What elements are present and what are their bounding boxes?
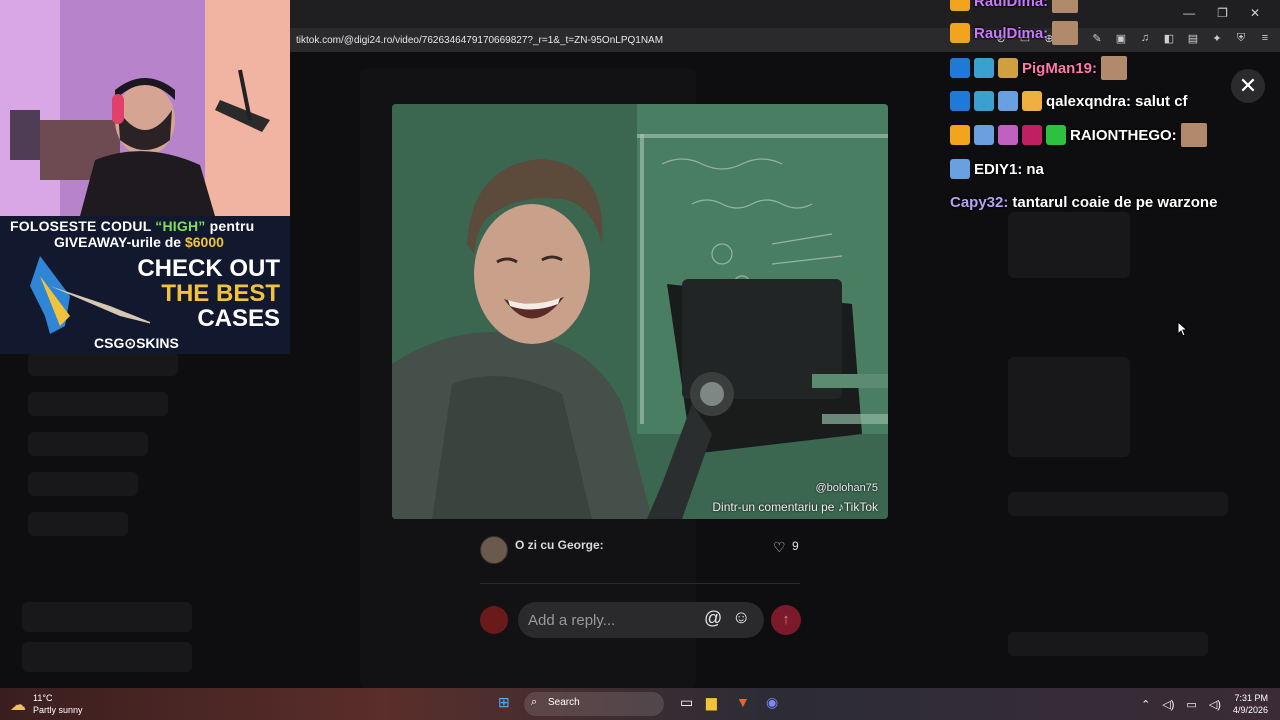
chat-emote-icon [1101, 56, 1128, 80]
search-label: Search [548, 697, 580, 708]
video-watermark-user: @bolohan75 [815, 482, 878, 494]
ghost-sidebar-item [28, 512, 128, 536]
chevron-up-icon[interactable]: ⌃ [1141, 698, 1150, 711]
comment-divider [480, 583, 800, 584]
chat-username: EDIY1: [974, 160, 1023, 178]
chat-badge-icon [1022, 125, 1042, 145]
ghost-sidebar-item [28, 432, 148, 456]
ghost-row [1008, 632, 1208, 656]
ghost-thumbnail [1008, 212, 1130, 278]
chat-message: RaulDima: [950, 20, 1079, 46]
comment-avatar[interactable] [480, 536, 508, 564]
like-count: 9 [792, 539, 799, 553]
chat-badge-icon [950, 159, 970, 179]
chat-message: Capy32: tantarul coaie de pe warzone [950, 189, 1217, 215]
user-avatar [480, 606, 508, 634]
chat-badge-icon [1022, 91, 1042, 111]
emoji-icon[interactable]: ☺ [732, 607, 750, 628]
heart-icon[interactable]: ♡ [773, 539, 786, 556]
chat-emote-icon [1180, 123, 1207, 147]
chat-badge-icon [950, 125, 970, 145]
chat-text: tantarul coaie de pe warzone [1012, 193, 1218, 211]
chat-username: RAIONTHEGO: [1070, 126, 1177, 144]
weather-icon[interactable]: ☁ [10, 695, 26, 715]
chat-badge-icon [950, 91, 970, 111]
volume-icon[interactable]: ◁) [1209, 698, 1221, 711]
knife-graphic [30, 256, 150, 334]
send-button[interactable]: ↑ [771, 605, 801, 635]
ghost-sidebar-item [28, 352, 178, 376]
mouse-cursor-icon [1177, 321, 1189, 337]
ghost-following [22, 642, 192, 672]
chat-message: PigMan19: [950, 55, 1128, 81]
chat-badge-icon [950, 58, 970, 78]
chat-username: RaulDima: [974, 24, 1049, 42]
ghost-row [1008, 492, 1228, 516]
promo-headline: CHECK OUT THE BEST CASES [137, 255, 280, 332]
taskbar-search[interactable]: ⌕ Search [524, 692, 664, 716]
ghost-sidebar-item [28, 392, 168, 416]
chat-username: qalexqndra: [1046, 92, 1132, 110]
chat-badge-icon [998, 58, 1018, 78]
chat-message: RAIONTHEGO: [950, 122, 1207, 148]
ghost-following [22, 602, 192, 632]
chat-badge-icon [950, 0, 970, 11]
streamer-webcam [0, 0, 290, 216]
chat-badge-icon [998, 125, 1018, 145]
chat-emote-icon [1052, 0, 1079, 13]
reply-box: @ ☺ [518, 602, 764, 638]
chat-username: Capy32: [950, 193, 1009, 211]
weather-desc[interactable]: Partly sunny [33, 705, 83, 715]
chat-text: na [1026, 160, 1044, 178]
video-player[interactable]: @bolohan75 Dintr-un comentariu pe ♪TikTo… [392, 104, 888, 519]
network-icon[interactable]: ▭ [1186, 698, 1196, 711]
video-frame [392, 104, 888, 519]
chat-emote-icon [1052, 21, 1079, 45]
brave-browser-icon[interactable]: ▼ [736, 694, 750, 714]
chat-badge-icon [974, 91, 994, 111]
chat-badge-icon [1046, 125, 1066, 145]
video-watermark-caption: Dintr-un comentariu pe ♪TikTok [712, 500, 878, 514]
mention-icon[interactable]: @ [704, 608, 722, 629]
chat-badge-icon [974, 125, 994, 145]
ghost-thumbnail [1008, 357, 1130, 457]
promo-brand: CSG⊙SKINS [94, 335, 179, 351]
chat-text: salut cf [1135, 92, 1188, 110]
sponsor-banner[interactable]: FOLOSESTE CODUL “HIGH” pentru GIVEAWAY-u… [0, 216, 290, 354]
chat-username: PigMan19: [1022, 59, 1098, 77]
taskbar: ☁ 11°C Partly sunny ⊞ ⌕ Search ▭ ▆ ▼ ◉ ⌃… [0, 688, 1280, 720]
chat-badge-icon [974, 58, 994, 78]
weather-temp[interactable]: 11°C [33, 693, 52, 703]
stream-chat-overlay: RaulDima: RaulDima: PigMan19: qalexqndra: sa… [950, 0, 1280, 220]
search-icon: ⌕ [531, 696, 538, 708]
clock[interactable]: 7:31 PM 4/9/2026 [1233, 692, 1268, 716]
webcam-frame [0, 0, 290, 216]
discord-icon[interactable]: ◉ [766, 694, 778, 714]
chat-message: RaulDima: [950, 0, 1079, 14]
reply-input[interactable] [528, 610, 698, 630]
chat-badge-icon [950, 23, 970, 43]
chat-message: qalexqndra: salut cf [950, 88, 1188, 114]
url-text[interactable]: tiktok.com/@digi24.ro/video/762634647917… [290, 35, 663, 46]
comment-author[interactable]: O zi cu George: [515, 538, 604, 552]
comment-item: O zi cu George: ♡ 9 [480, 536, 800, 568]
promo-line2: GIVEAWAY-urile de $6000 [54, 234, 224, 250]
chat-badge-icon [998, 91, 1018, 111]
promo-line1: FOLOSESTE CODUL “HIGH” pentru [10, 218, 255, 234]
chat-message: EDIY1: na [950, 156, 1044, 182]
ghost-sidebar-item [28, 472, 138, 496]
windows-start-icon[interactable]: ⊞ [498, 694, 510, 714]
task-view-icon[interactable]: ▭ [680, 694, 693, 714]
system-tray: ⌃ ◁) ▭ ◁) 7:31 PM 4/9/2026 [1141, 692, 1268, 716]
file-explorer-icon[interactable]: ▆ [706, 694, 717, 714]
chat-username: RaulDima: [974, 0, 1049, 10]
speaker-icon[interactable]: ◁) [1162, 698, 1174, 711]
